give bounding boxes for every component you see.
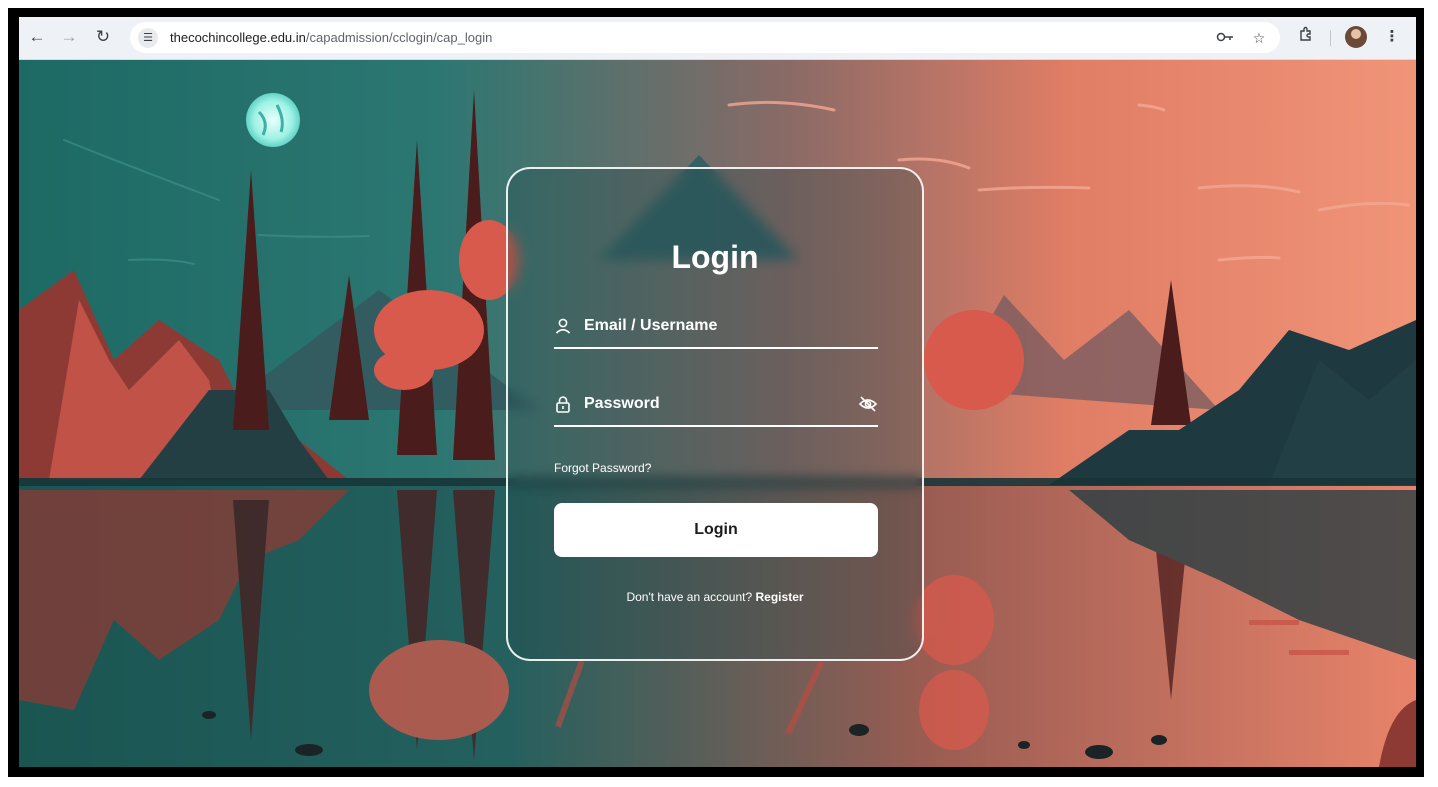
site-info-icon[interactable]: ☰: [138, 28, 158, 48]
url-text[interactable]: thecochincollege.edu.in/capadmission/ccl…: [170, 30, 492, 45]
page-viewport: Login Email / Username Password Forgot P…: [19, 60, 1416, 767]
register-link[interactable]: Register: [756, 590, 804, 604]
profile-avatar[interactable]: [1345, 26, 1367, 48]
lock-icon: [556, 396, 570, 413]
register-prompt: Don't have an account? Register: [508, 590, 922, 604]
menu-icon[interactable]: ⋮: [1381, 26, 1403, 48]
login-button[interactable]: Login: [554, 503, 878, 557]
address-bar[interactable]: ☰ thecochincollege.edu.in/capadmission/c…: [130, 22, 1280, 53]
browser-window: ← → ↻ ☰ thecochincollege.edu.in/capadmis…: [19, 17, 1416, 767]
login-title: Login: [671, 239, 759, 275]
browser-toolbar: ← → ↻ ☰ thecochincollege.edu.in/capadmis…: [19, 17, 1416, 60]
toolbar-divider: [1330, 30, 1331, 46]
forgot-password-link[interactable]: Forgot Password?: [554, 461, 651, 475]
register-prompt-text: Don't have an account?: [626, 590, 753, 604]
email-field[interactable]: Email / Username: [554, 311, 878, 349]
password-key-icon[interactable]: [1214, 28, 1236, 48]
extensions-icon[interactable]: [1295, 26, 1317, 48]
star-icon[interactable]: ☆: [1248, 28, 1270, 48]
url-host: thecochincollege.edu.in: [170, 30, 306, 45]
password-field[interactable]: Password: [554, 389, 878, 427]
back-icon[interactable]: ←: [25, 25, 49, 49]
user-icon: [555, 318, 571, 334]
url-path: /capadmission/cclogin/cap_login: [305, 30, 493, 45]
reload-icon[interactable]: ↻: [91, 25, 115, 49]
password-label: Password: [584, 395, 660, 412]
email-label: Email / Username: [584, 317, 718, 334]
eye-off-icon[interactable]: [858, 395, 878, 413]
login-card: Login Email / Username Password Forgot P…: [506, 167, 924, 661]
forward-icon[interactable]: →: [57, 25, 81, 49]
